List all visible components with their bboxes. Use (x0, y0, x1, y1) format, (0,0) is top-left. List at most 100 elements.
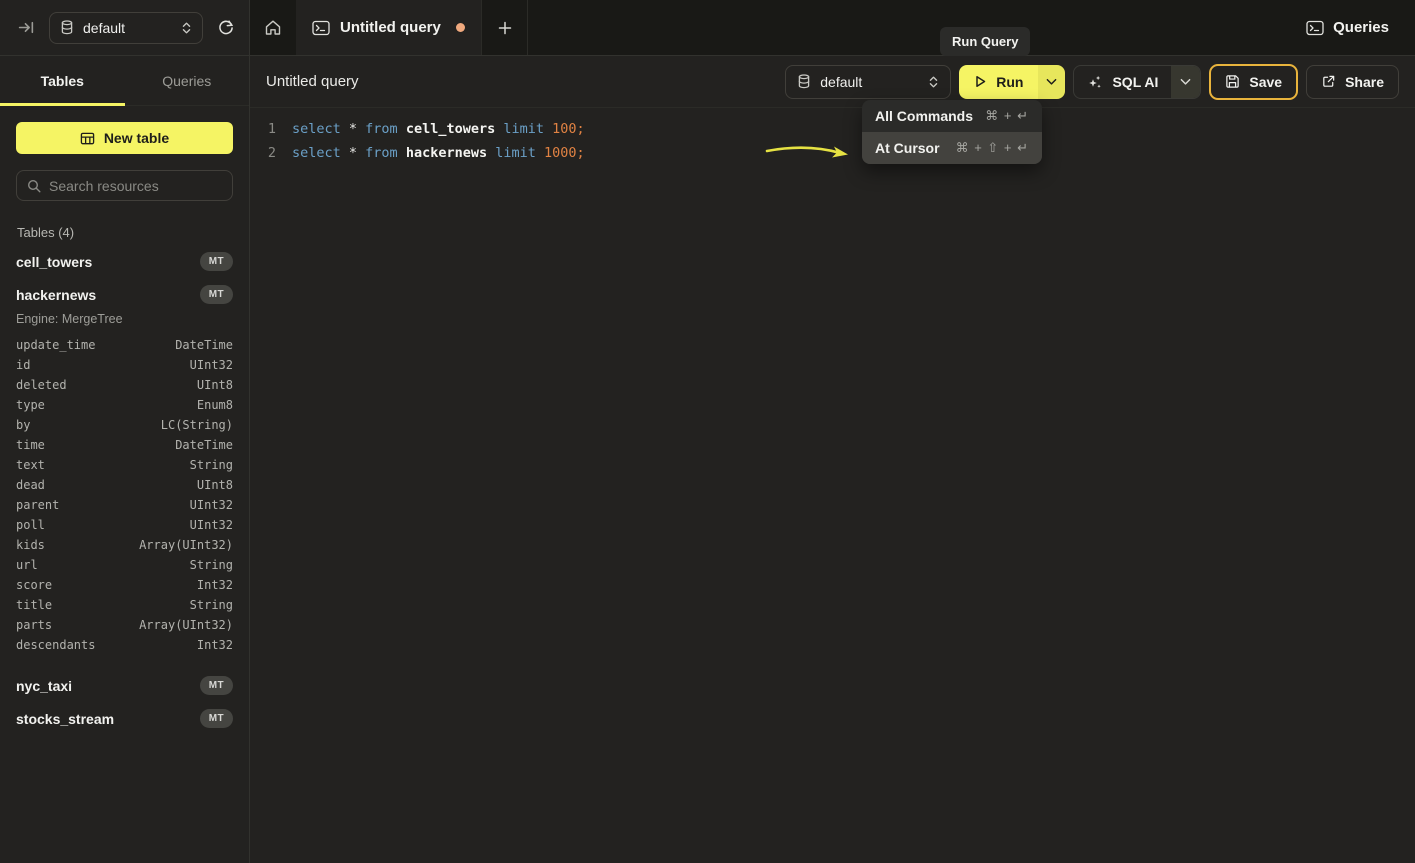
menu-item-all-commands[interactable]: All Commands ⌘ + ↵ (862, 100, 1042, 132)
column-name: type (16, 398, 45, 412)
run-query-tooltip: Run Query (940, 27, 1030, 56)
editor-header: Untitled query default (250, 56, 1415, 108)
column-type: Array(UInt32) (139, 538, 233, 552)
column-row[interactable]: titleString (16, 595, 233, 615)
column-row[interactable]: idUInt32 (16, 355, 233, 375)
toolbar-database-value: default (820, 74, 919, 90)
column-row[interactable]: deleted UInt8 (16, 375, 233, 395)
column-row[interactable]: dead UInt8 (16, 475, 233, 495)
run-button-label: Run (996, 74, 1023, 90)
menu-item-shortcut: ⌘ + ↵ (985, 108, 1029, 124)
table-row-hackernews[interactable]: hackernews MT (16, 278, 233, 311)
share-button[interactable]: Share (1306, 65, 1399, 99)
column-type: String (190, 458, 233, 472)
column-name: dead (16, 478, 45, 492)
column-name: descendants (16, 638, 95, 652)
topbar-left-section: default (0, 0, 250, 56)
column-type: Enum8 (197, 398, 233, 412)
database-icon (797, 74, 811, 89)
queries-button-label: Queries (1333, 19, 1389, 36)
column-type: DateTime (175, 338, 233, 352)
main-panel: Untitled query default (250, 56, 1415, 863)
column-type: UInt8 (197, 378, 233, 392)
active-tab-underline (0, 103, 125, 106)
column-name: text (16, 458, 45, 472)
menu-item-label: At Cursor (875, 140, 940, 156)
column-name: parts (16, 618, 52, 632)
play-icon (974, 75, 987, 88)
code-token: from (365, 145, 406, 161)
column-name: deleted (16, 378, 67, 392)
column-row[interactable]: pollUInt32 (16, 515, 233, 535)
sql-editor[interactable]: 1select * from cell_towers limit 100; 2 se… (250, 108, 1415, 863)
collapse-sidebar-icon[interactable] (18, 19, 35, 36)
column-row[interactable]: text String (16, 455, 233, 475)
sidebar-tab-queries[interactable]: Queries (125, 56, 250, 105)
code-token: select (292, 121, 349, 137)
code-line: 1select * from cell_towers limit 100; (250, 117, 1415, 141)
code-token: 100; (552, 121, 585, 137)
chevron-updown-icon (928, 75, 939, 89)
run-split-button: Run (959, 65, 1065, 99)
column-row[interactable]: urlString (16, 555, 233, 575)
column-row[interactable]: byLC(String) (16, 415, 233, 435)
app-window: default (0, 0, 1415, 863)
table-name: stocks_stream (16, 711, 114, 727)
column-type: UInt32 (190, 498, 233, 512)
sidebar-content: New table Tables (4) cell_towers MT (0, 106, 249, 751)
column-row[interactable]: descendantsInt32 (16, 635, 233, 655)
engine-label: Engine: MergeTree (16, 312, 233, 326)
table-row-nyc-taxi[interactable]: nyc_taxi MT (16, 669, 233, 702)
sql-ai-options-button[interactable] (1171, 66, 1200, 98)
chevron-down-icon (1180, 78, 1191, 86)
save-button[interactable]: Save (1209, 64, 1298, 100)
database-select[interactable]: default (49, 12, 203, 44)
sql-ai-label: SQL AI (1112, 74, 1158, 90)
column-row[interactable]: timeDateTime (16, 435, 233, 455)
menu-item-at-cursor[interactable]: At Cursor ⌘ + ⇧ + ↵ (862, 132, 1042, 164)
column-row[interactable]: partsArray(UInt32) (16, 615, 233, 635)
table-name: nyc_taxi (16, 678, 72, 694)
engine-badge: MT (200, 252, 233, 271)
tab-untitled-query[interactable]: Untitled query (296, 0, 482, 55)
column-row[interactable]: scoreInt32 (16, 575, 233, 595)
refresh-icon[interactable] (217, 19, 235, 37)
sidebar: Tables Queries New table (0, 56, 250, 863)
run-options-menu: All Commands ⌘ + ↵ At Cursor ⌘ + ⇧ + ↵ (862, 100, 1042, 164)
column-name: poll (16, 518, 45, 532)
column-row[interactable]: update_timeDateTime (16, 335, 233, 355)
menu-item-shortcut: ⌘ + ⇧ + ↵ (956, 140, 1029, 156)
column-row[interactable]: kidsArray(UInt32) (16, 535, 233, 555)
save-icon (1225, 74, 1240, 89)
column-row[interactable]: type Enum8 (16, 395, 233, 415)
column-type: DateTime (175, 438, 233, 452)
search-input[interactable] (49, 178, 222, 194)
column-name: by (16, 418, 30, 432)
queries-button[interactable]: Queries (1306, 0, 1415, 55)
menu-item-label: All Commands (875, 108, 973, 124)
table-row-stocks-stream[interactable]: stocks_stream MT (16, 702, 233, 735)
column-row[interactable]: parentUInt32 (16, 495, 233, 515)
run-button[interactable]: Run (959, 65, 1038, 99)
code-token: 1000; (544, 145, 585, 161)
chevron-down-icon (1046, 78, 1057, 86)
toolbar-database-select[interactable]: default (785, 65, 951, 99)
database-icon (60, 20, 74, 35)
run-options-button[interactable] (1038, 65, 1065, 99)
column-type: UInt8 (197, 478, 233, 492)
query-title: Untitled query (266, 73, 359, 90)
chevron-updown-icon (181, 21, 192, 35)
search-box (16, 170, 233, 201)
sql-ai-button[interactable]: SQL AI (1074, 66, 1171, 98)
line-number: 2 (250, 145, 276, 161)
column-name: id (16, 358, 30, 372)
code-token: cell_towers (406, 121, 504, 137)
new-table-button[interactable]: New table (16, 122, 233, 154)
table-row-cell-towers[interactable]: cell_towers MT (16, 245, 233, 278)
sidebar-tab-tables[interactable]: Tables (0, 56, 125, 105)
new-tab-button[interactable] (482, 0, 528, 55)
engine-badge: MT (200, 676, 233, 695)
sidebar-tab-tables-label: Tables (41, 73, 84, 89)
home-button[interactable] (250, 0, 296, 55)
share-external-icon (1321, 74, 1336, 89)
